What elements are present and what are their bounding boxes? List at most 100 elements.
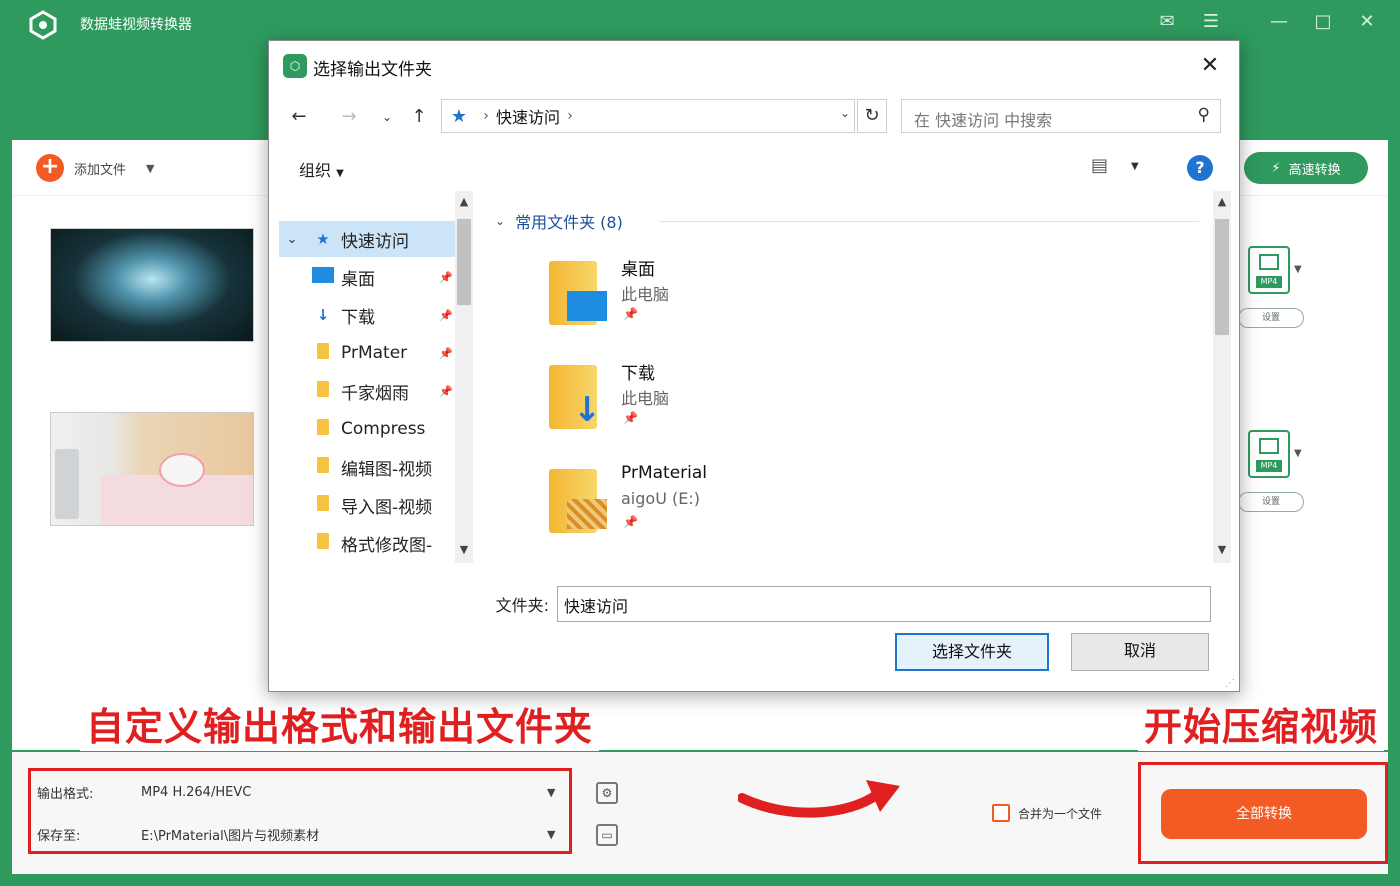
nav-item-folder[interactable]: Compress [279,411,455,447]
format-tag: MP4 [1256,276,1282,288]
chevron-down-icon[interactable]: ▼ [146,162,154,175]
app-titlebar: 数据蛙视频转换器 ✉ ☰ — □ ✕ [0,0,1400,44]
merge-checkbox-row[interactable]: 合并为一个文件 [992,804,1102,822]
chevron-down-icon[interactable]: ▼ [547,786,567,799]
address-bar[interactable]: ★ › 快速访问 › ⌄ [441,99,855,133]
chevron-down-icon[interactable]: ⌄ [279,232,305,247]
settings-button[interactable]: 设置 [1238,492,1304,512]
chevron-down-icon[interactable]: ▼ [1294,448,1302,459]
recent-locations-icon[interactable]: ⌄ [373,103,401,131]
caret-down-icon[interactable]: ▼ [1131,161,1139,172]
video-thumbnail-2[interactable] [50,412,254,526]
maximize-icon[interactable]: □ [1308,8,1338,36]
navigation-pane: ⌄ ★ 快速访问 桌面 📌 ↓ 下载 📌 PrMater 📌 千家烟雨 📌 Co… [269,191,475,563]
chevron-right-icon[interactable]: › [476,108,496,124]
app-title: 数据蛙视频转换器 [80,17,192,33]
feedback-icon[interactable]: ✉ [1152,8,1182,36]
convert-all-button[interactable]: 全部转换 [1161,789,1367,839]
format-icon[interactable]: MP4 [1248,430,1290,478]
nav-item-quick-access[interactable]: ⌄ ★ 快速访问 [279,221,455,257]
scroll-up-icon[interactable]: ▲ [1213,195,1231,208]
output-settings-box: 输出格式: MP4 H.264/HEVC ▼ 保存至: E:\PrMateria… [28,768,572,854]
nav-item-folder[interactable]: 编辑图-视频 [279,449,455,485]
nav-scroll-thumb[interactable] [457,219,471,305]
annotation-right: 开始压缩视频 [1138,696,1385,751]
format-settings-icon[interactable]: ⚙ [596,782,618,804]
merge-label: 合并为一个文件 [1018,806,1103,821]
help-icon[interactable]: ? [1187,155,1213,181]
scroll-up-icon[interactable]: ▲ [455,195,473,208]
content-pane: ⌄ 常用文件夹 (8) 桌面 此电脑 📌 ↓ 下载 此电脑 📌 PrMateri… [479,191,1231,563]
bottom-bar: 输出格式: MP4 H.264/HEVC ▼ 保存至: E:\PrMateria… [12,752,1388,874]
close-icon[interactable]: ✕ [1352,8,1382,36]
nav-scrollbar[interactable]: ▲ ▼ [455,191,473,563]
add-file-button[interactable]: + 添加文件 ▼ [36,153,154,183]
folder-item-prmaterial[interactable]: PrMaterial aigoU (E:) 📌 [549,461,849,557]
minimize-icon[interactable]: — [1264,8,1294,36]
folder-icon [317,495,329,511]
select-folder-button[interactable]: 选择文件夹 [895,633,1049,671]
nav-item-folder[interactable]: 格式修改图- [279,525,455,561]
download-icon: ↓ [572,390,602,430]
chevron-down-icon[interactable]: ⌄ [840,106,850,120]
open-folder-icon[interactable]: ▭ [596,824,618,846]
folder-icon [317,457,329,473]
output-format-label: 输出格式: [37,786,94,802]
folder-name: PrMaterial [621,463,708,483]
output-format-row[interactable]: 输出格式: MP4 H.264/HEVC ▼ [37,773,567,811]
folder-icon [317,381,329,397]
select-folder-dialog: ⬡ 选择输出文件夹 ✕ ← → ⌄ ↑ ★ › 快速访问 › ⌄ ↻ 在 快速访… [268,40,1240,692]
format-icon[interactable]: MP4 [1248,246,1290,294]
scroll-down-icon[interactable]: ▼ [1213,543,1231,556]
folder-item-desktop[interactable]: 桌面 此电脑 📌 [549,253,849,349]
group-header-label: 常用文件夹 (8) [515,213,623,232]
folder-item-downloads[interactable]: ↓ 下载 此电脑 📌 [549,357,849,453]
cancel-button[interactable]: 取消 [1071,633,1209,671]
up-arrow-icon[interactable]: ↑ [405,103,433,131]
search-input[interactable]: 在 快速访问 中搜索 ⚲ [901,99,1221,133]
search-icon[interactable]: ⚲ [1198,105,1210,125]
save-to-select[interactable]: E:\PrMaterial\图片与视频素材 [141,825,547,844]
back-arrow-icon[interactable]: ← [285,103,313,131]
resize-grip-icon[interactable]: ⋰ [1225,678,1235,689]
nav-item-downloads[interactable]: ↓ 下载 📌 [279,297,455,333]
folder-icon [317,343,329,359]
pin-icon: 📌 [439,384,453,398]
annotation-left: 自定义输出格式和输出文件夹 [80,696,600,751]
merge-checkbox[interactable] [992,804,1010,822]
caret-down-icon: ▼ [336,168,344,179]
nav-item-folder[interactable]: 导入图-视频 [279,487,455,523]
pin-icon: 📌 [623,515,638,529]
add-icon: + [36,154,64,182]
refresh-icon[interactable]: ↻ [857,99,887,133]
dialog-close-icon[interactable]: ✕ [1195,51,1225,81]
nav-item-folder[interactable]: PrMater 📌 [279,335,455,371]
desktop-icon [312,267,334,283]
view-options-icon[interactable]: ▤ [1091,155,1108,176]
scroll-down-icon[interactable]: ▼ [455,543,473,556]
settings-button[interactable]: 设置 [1238,308,1304,328]
address-text[interactable]: 快速访问 [496,104,560,128]
nav-item-label: 千家烟雨 [341,383,409,404]
video-thumbnail-1[interactable] [50,228,254,342]
app-logo-icon [29,10,57,40]
forward-arrow-icon[interactable]: → [335,103,363,131]
folder-name: 下载 [621,364,655,384]
chevron-right-icon[interactable]: › [560,108,580,124]
fast-convert-button[interactable]: ⚡ 高速转换 [1244,152,1368,184]
dialog-app-icon: ⬡ [283,54,307,78]
nav-item-desktop[interactable]: 桌面 📌 [279,259,455,295]
desktop-icon [567,291,607,321]
content-scroll-thumb[interactable] [1215,219,1229,335]
group-header[interactable]: ⌄ 常用文件夹 (8) [495,209,623,233]
menu-icon[interactable]: ☰ [1196,8,1226,36]
content-scrollbar[interactable]: ▲ ▼ [1213,191,1231,563]
output-format-select[interactable]: MP4 H.264/HEVC [141,785,547,800]
organize-menu[interactable]: 组织 ▼ [299,157,344,181]
save-to-row[interactable]: 保存至: E:\PrMaterial\图片与视频素材 ▼ [37,815,567,853]
chevron-down-icon[interactable]: ▼ [1294,264,1302,275]
folder-input[interactable]: 快速访问 [557,586,1211,622]
star-icon: ★ [316,230,330,248]
chevron-down-icon[interactable]: ▼ [547,828,567,841]
nav-item-folder[interactable]: 千家烟雨 📌 [279,373,455,409]
